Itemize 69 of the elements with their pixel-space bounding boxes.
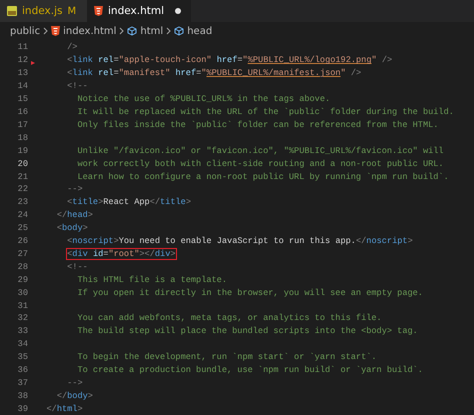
line-number: 35 bbox=[16, 352, 28, 362]
code-line: Notice the use of %PUBLIC_URL% in the tags above. bbox=[76, 93, 332, 106]
breadcrumb-item[interactable]: html bbox=[140, 26, 164, 36]
breadcrumb-item[interactable]: head bbox=[187, 26, 212, 36]
code-line: Unlike "/favicon.ico" or "favicon.ico", "%PUBLIC_URL%/favicon.ico" will bbox=[76, 144, 445, 157]
line-number: 32 bbox=[16, 313, 28, 324]
cube-icon bbox=[174, 26, 184, 36]
code-line: work correctly both with client-side routing and a non-root public URL. bbox=[76, 158, 445, 170]
code-line: --> bbox=[66, 377, 84, 390]
chevron-icon bbox=[166, 27, 172, 35]
line-number: 27 bbox=[16, 248, 28, 259]
line-number: 17 bbox=[16, 120, 28, 130]
code-line: It will be replaced with the URL of the `public` folder during the build. bbox=[76, 106, 455, 118]
line-number: 16 bbox=[16, 106, 28, 117]
code-line: <title>React App</title> bbox=[66, 196, 192, 208]
code-line: Learn how to configure a non-root public URL by running `npm run build`. bbox=[76, 170, 450, 183]
code-line: /> bbox=[66, 41, 78, 54]
line-number: 21 bbox=[16, 172, 28, 182]
line-number: 31 bbox=[16, 300, 28, 311]
chevron-icon bbox=[119, 27, 124, 35]
line-number: 29 bbox=[16, 274, 28, 285]
html-file-icon bbox=[51, 26, 60, 36]
code-line: </body> bbox=[56, 390, 94, 402]
line-number: 15 bbox=[16, 94, 28, 104]
line-number: 30 bbox=[16, 288, 28, 298]
line-number: 33 bbox=[16, 326, 28, 336]
code-line: This HTML file is a template. bbox=[76, 274, 228, 286]
editor-tab[interactable]: index.js M bbox=[0, 0, 87, 22]
code-line: If you open it directly in the browser, you will see an empty page. bbox=[76, 286, 424, 299]
line-number: 19 bbox=[16, 146, 28, 156]
code-line: The build step will place the bundled scripts into the <body> tag. bbox=[76, 325, 419, 338]
line-number: 12 bbox=[16, 55, 28, 66]
cube-icon bbox=[127, 26, 138, 36]
breadcrumb-item[interactable]: index.html bbox=[63, 26, 116, 36]
line-number: 20 bbox=[16, 158, 28, 169]
line-number: 26 bbox=[16, 236, 28, 246]
code-line: You can add webfonts, meta tags, or analytics to this file. bbox=[76, 312, 383, 324]
line-number: 39 bbox=[16, 404, 28, 414]
code-line: <body> bbox=[56, 222, 89, 234]
code-line: <link rel="manifest" href="%PUBLIC_URL%/manifest.json" /> bbox=[66, 67, 362, 80]
line-number: 38 bbox=[16, 390, 28, 401]
code-line: <!-- bbox=[66, 260, 89, 273]
line-number: 23 bbox=[16, 197, 28, 208]
line-number: 28 bbox=[16, 262, 28, 272]
editor-tab[interactable]: index.html bbox=[87, 0, 191, 22]
line-number: 14 bbox=[16, 81, 28, 92]
code-line: <noscript>You need to enable JavaScript to run this app.</noscript> bbox=[66, 235, 414, 248]
git-status-label: M bbox=[67, 6, 76, 16]
code-line: --> bbox=[66, 183, 84, 196]
chevron-icon bbox=[43, 27, 48, 35]
code-line: <link rel="apple-touch-icon" href="%PUBLIC_URL%/logo192.png" /> bbox=[66, 54, 394, 66]
line-number: 37 bbox=[16, 378, 28, 388]
code-line: Only files inside the `public` folder can be referenced from the HTML. bbox=[76, 118, 440, 131]
line-number: 13 bbox=[16, 68, 28, 78]
js-file-icon bbox=[7, 6, 17, 16]
code-line: </head> bbox=[56, 209, 94, 222]
code-line: </html> bbox=[46, 402, 84, 415]
code-line: To create a production bundle, use `npm run build` or `yarn build`. bbox=[76, 364, 424, 376]
line-number: 34 bbox=[16, 339, 28, 350]
code-line: To begin the development, run `npm start` or `yarn start`. bbox=[76, 351, 378, 364]
line-number: 22 bbox=[16, 184, 28, 194]
line-number: 36 bbox=[16, 365, 28, 376]
line-number: 24 bbox=[16, 210, 28, 220]
line-number: 18 bbox=[16, 132, 28, 143]
html-file-icon bbox=[94, 6, 103, 16]
line-number: 25 bbox=[16, 223, 28, 234]
line-number: 11 bbox=[16, 42, 28, 52]
breadcrumb-item[interactable]: public bbox=[10, 26, 40, 36]
code-line: <!-- bbox=[66, 80, 89, 92]
